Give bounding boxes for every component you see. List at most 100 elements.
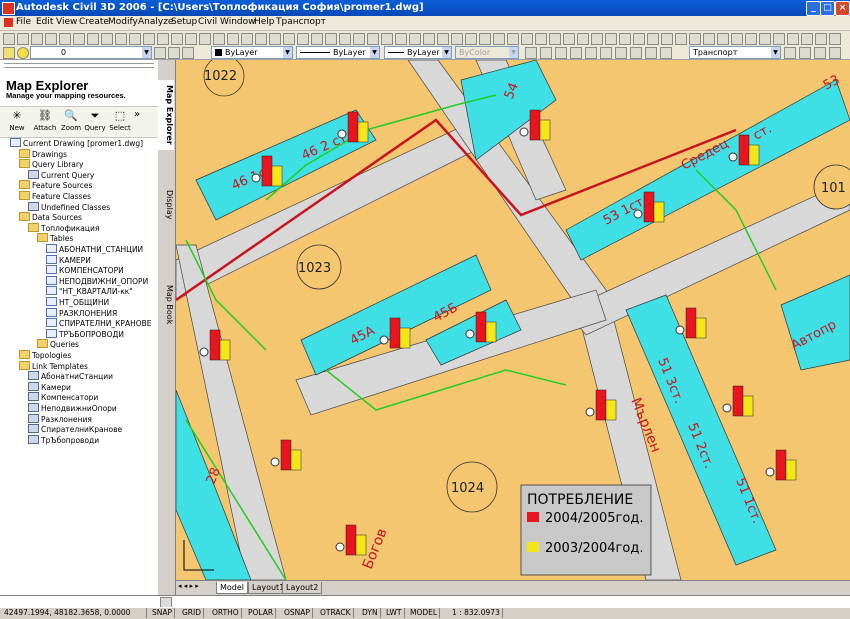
close-button[interactable]: × — [835, 1, 850, 16]
color-dropdown[interactable]: ByLayer ▼ — [211, 46, 293, 59]
toolbar-tool-icon[interactable] — [227, 33, 239, 45]
status-toggle-otrack[interactable]: OTRACK — [318, 608, 354, 618]
tree-item[interactable]: КОМПЕНСАТОРИ — [46, 265, 124, 275]
tree-item[interactable]: Undefined Classes — [28, 201, 110, 212]
toolbar-tool-icon[interactable] — [31, 33, 43, 45]
status-toggle-ortho[interactable]: ORTHO — [210, 608, 242, 618]
toolbar-tool-icon[interactable] — [325, 33, 337, 45]
toolbar-tool-icon[interactable] — [745, 33, 757, 45]
status-toggle-model[interactable]: MODEL — [408, 608, 441, 618]
toolbar-tool-icon[interactable] — [3, 33, 15, 45]
toolbar-tool-icon[interactable] — [269, 33, 281, 45]
tree-item[interactable]: Feature Sources — [19, 180, 92, 190]
toolbar-tool-icon[interactable] — [367, 33, 379, 45]
menu-setup[interactable]: Setup — [171, 17, 197, 27]
tab-model[interactable]: Model — [216, 582, 249, 594]
toolbar-tool-icon[interactable] — [143, 33, 155, 45]
toolbar-tool-icon[interactable] — [73, 33, 85, 45]
toolbar-tool-icon[interactable] — [451, 33, 463, 45]
toolbar-tool-icon[interactable] — [437, 33, 449, 45]
tree-item[interactable]: ТрЪбопроводи — [28, 434, 99, 445]
toolbar-tool-icon[interactable] — [409, 33, 421, 45]
toolbar-tool-icon[interactable] — [703, 33, 715, 45]
toolbar-tool-icon[interactable] — [157, 33, 169, 45]
style-icon[interactable] — [645, 47, 657, 59]
menu-file[interactable]: File — [16, 17, 31, 27]
toolbar-tool-icon[interactable] — [675, 33, 687, 45]
tree-item[interactable]: НЕПОДВИЖНИ_ОПОРИ — [46, 275, 148, 286]
toolbar-tool-icon[interactable] — [619, 33, 631, 45]
toolbar-tool-icon[interactable] — [801, 33, 813, 45]
tree-item[interactable]: НеподвижниОпори — [28, 403, 117, 413]
layer-dropdown[interactable]: 0 ▼ — [30, 46, 152, 59]
new-button[interactable]: ✳ New — [4, 109, 30, 132]
toolbar-tool-icon[interactable] — [353, 33, 365, 45]
tree-item[interactable]: Tables — [37, 233, 73, 243]
menu-view[interactable]: View — [56, 17, 77, 27]
toolbar-tool-icon[interactable] — [101, 33, 113, 45]
toolbar-tool-icon[interactable] — [479, 33, 491, 45]
toolbar-tool-icon[interactable] — [213, 33, 225, 45]
menu-help[interactable]: Help — [254, 17, 275, 27]
toolbar-tool-icon[interactable] — [465, 33, 477, 45]
menu-civil[interactable]: Civil — [198, 17, 217, 27]
tree-item[interactable]: Компенсатори — [28, 392, 98, 402]
status-toggle-osnap[interactable]: OSNAP — [282, 608, 313, 618]
tree-item[interactable]: Query Library — [19, 159, 83, 169]
tree-item[interactable]: Камери — [28, 381, 71, 392]
toolbar-tool-icon[interactable] — [185, 33, 197, 45]
toolbar-tool-icon[interactable] — [199, 33, 211, 45]
toolbar-tool-icon[interactable] — [241, 33, 253, 45]
toolbar-tool-icon[interactable] — [787, 33, 799, 45]
tree-item[interactable]: Current Drawing [promer1.dwg] — [10, 138, 143, 148]
drawing-area[interactable]: 1022 1023 1024 101 46 1ст 46 2 ст 54 53 … — [176, 60, 850, 580]
doc-icon[interactable] — [4, 18, 13, 27]
tree-item[interactable]: "НТ_КВАРТАЛИ-кк" — [46, 286, 133, 296]
toolbar-tool-icon[interactable] — [689, 33, 701, 45]
status-toggle-lwt[interactable]: LWT — [384, 608, 405, 618]
status-toggle-dyn[interactable]: DYN — [360, 608, 381, 618]
style-icon[interactable] — [600, 47, 612, 59]
menu-window[interactable]: Window — [220, 17, 256, 27]
toolbar-tool-icon[interactable] — [395, 33, 407, 45]
tab-nav-arrows[interactable]: ◂ ◂ ▸ ▸ — [178, 582, 199, 590]
tree-item[interactable]: Разклонения — [28, 413, 92, 424]
tree-item[interactable]: Feature Classes — [19, 191, 91, 201]
menu-edit[interactable]: Edit — [36, 17, 53, 27]
more-button[interactable]: » — [130, 109, 144, 120]
tree-item[interactable]: Link Templates — [19, 360, 88, 371]
toolbar-tool-icon[interactable] — [829, 33, 841, 45]
tree-item[interactable]: НТ_ОБЩИНИ — [46, 297, 109, 307]
toolbar-tool-icon[interactable] — [521, 33, 533, 45]
tree-item[interactable]: АБОНАТНИ_СТАНЦИИ — [46, 244, 143, 254]
style-icon[interactable] — [585, 47, 597, 59]
status-toggle-grid[interactable]: GRID — [180, 608, 205, 618]
style-icon[interactable] — [829, 47, 841, 59]
tree-item[interactable]: Queries — [37, 339, 79, 349]
style-icon[interactable] — [525, 47, 537, 59]
toolbar-tool-icon[interactable] — [563, 33, 575, 45]
toolbar-tool-icon[interactable] — [535, 33, 547, 45]
style-icon[interactable] — [814, 47, 826, 59]
toolbar-tool-icon[interactable] — [115, 33, 127, 45]
lightbulb-icon[interactable] — [17, 47, 29, 59]
tree-item[interactable]: ТРЪБОПРОВОДИ — [46, 328, 124, 339]
toolbar-tool-icon[interactable] — [591, 33, 603, 45]
tree-item[interactable]: РАЗКЛОНЕНИЯ — [46, 307, 117, 318]
tree-item[interactable]: Drawings — [19, 148, 67, 159]
toolbar-tool-icon[interactable] — [815, 33, 827, 45]
linetype-dropdown[interactable]: ByLayer ▼ — [296, 46, 380, 59]
menu-analyze[interactable]: Analyze — [138, 17, 173, 27]
make-current-icon[interactable] — [154, 47, 166, 59]
toolbar-tool-icon[interactable] — [647, 33, 659, 45]
menu-modify[interactable]: Modify — [108, 17, 138, 27]
toolbar-tool-icon[interactable] — [717, 33, 729, 45]
plotstyle-dropdown[interactable]: ByColor ▼ — [455, 46, 519, 59]
toolbar-tool-icon[interactable] — [311, 33, 323, 45]
lineweight-dropdown[interactable]: ByLayer ▼ — [384, 46, 452, 59]
menu-create[interactable]: Create — [79, 17, 109, 27]
toolbar-tool-icon[interactable] — [759, 33, 771, 45]
toolbar-tool-icon[interactable] — [423, 33, 435, 45]
attach-button[interactable]: ⛓ Attach — [32, 109, 58, 132]
layer-previous-icon[interactable] — [182, 47, 194, 59]
